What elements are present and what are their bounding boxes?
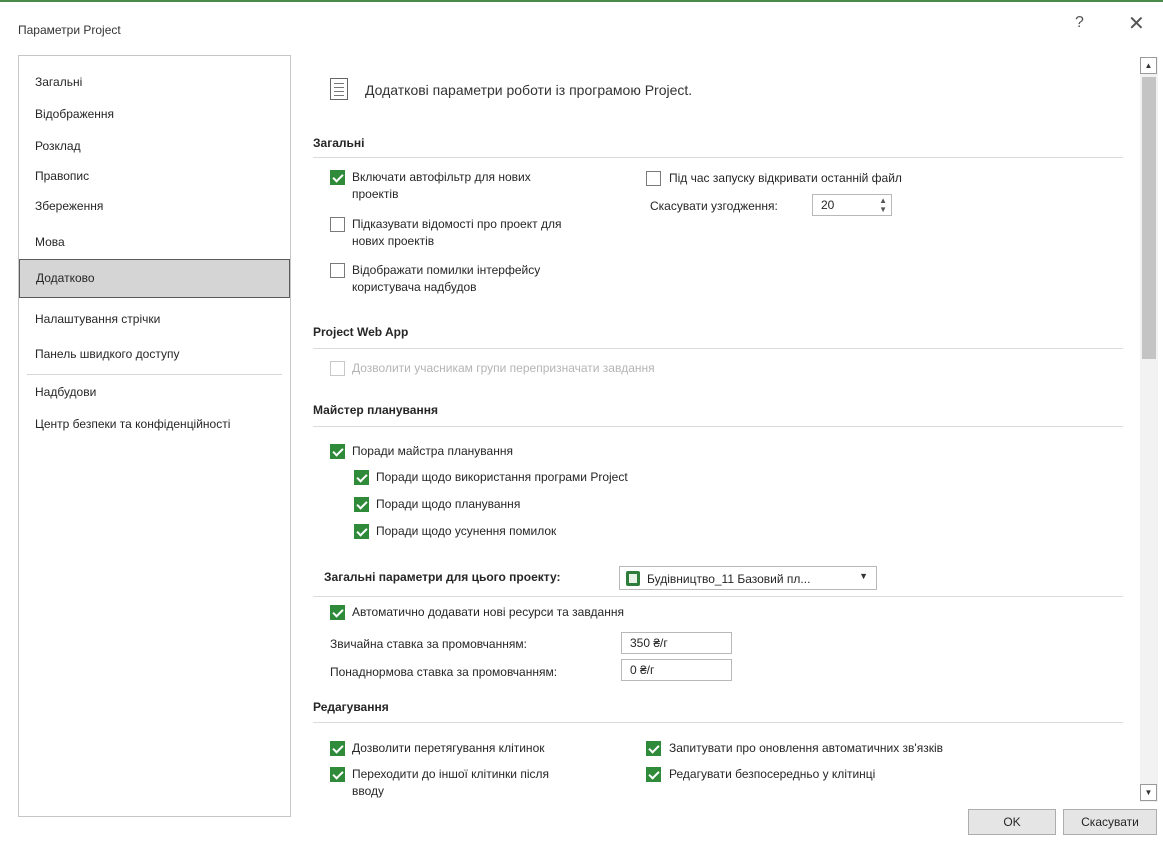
ui-errors-label: Відображати помилки інтерфейсу (352, 263, 541, 277)
wizard-scheduling-label: Поради щодо планування (376, 497, 521, 511)
open-last-file-checkbox[interactable] (646, 171, 661, 186)
sidebar-item-general[interactable]: Загальні (19, 66, 290, 98)
drag-cells-checkbox[interactable] (330, 741, 345, 756)
edit-in-cell-label: Редагувати безпосередньо у клітинці (669, 767, 876, 781)
move-after-enter-checkbox[interactable] (330, 767, 345, 782)
title-bar: Параметри Project ? ✕ (0, 0, 1163, 52)
scroll-down-icon[interactable]: ▼ (1140, 784, 1157, 801)
sidebar-item-quick-access[interactable]: Панель швидкого доступу (19, 338, 290, 370)
wizard-errors-checkbox[interactable] (354, 524, 369, 539)
section-wizard-title: Майстер планування (313, 403, 438, 417)
autofilter-label-line2: проектів (352, 187, 399, 201)
project-info-label: Підказувати відомості про проект для (352, 217, 562, 231)
undo-label: Скасувати узгодження: (650, 199, 778, 213)
help-button[interactable]: ? (1075, 14, 1084, 32)
std-rate-field[interactable]: 350 ₴/г (621, 632, 732, 654)
autofilter-label: Включати автофільтр для нових (352, 170, 531, 184)
sidebar-divider (27, 374, 282, 375)
undo-levels-spinner[interactable]: 20 ▲ ▼ (812, 194, 892, 216)
section-general-title: Загальні (313, 136, 365, 150)
sidebar: Загальні Відображення Розклад Правопис З… (18, 55, 291, 817)
scroll-up-icon[interactable]: ▲ (1140, 57, 1157, 74)
wizard-usage-label: Поради щодо використання програми Projec… (376, 470, 628, 484)
wizard-advice-label: Поради майстра планування (352, 444, 513, 458)
section-divider (313, 157, 1123, 158)
cancel-button[interactable]: Скасувати (1063, 809, 1157, 835)
project-select-value: Будівництво_11 Базовий пл... (647, 572, 811, 586)
ovt-rate-value: 0 ₴/г (630, 663, 655, 677)
ovt-rate-field[interactable]: 0 ₴/г (621, 659, 732, 681)
std-rate-label: Звичайна ставка за промовчанням: (330, 637, 527, 651)
sidebar-item-language[interactable]: Мова (19, 226, 290, 258)
move-after-enter-label: Переходити до іншої клітинки після (352, 767, 549, 781)
edit-in-cell-checkbox[interactable] (646, 767, 661, 782)
project-file-icon (626, 571, 640, 586)
sidebar-item-ribbon[interactable]: Налаштування стрічки (19, 303, 290, 335)
project-select[interactable]: Будівництво_11 Базовий пл... ▼ (619, 566, 877, 590)
window-title: Параметри Project (18, 23, 121, 37)
section-divider (313, 426, 1123, 427)
auto-add-label: Автоматично додавати нові ресурси та зав… (352, 605, 624, 619)
section-divider (313, 348, 1123, 349)
undo-value: 20 (821, 198, 835, 212)
ui-errors-checkbox[interactable] (330, 263, 345, 278)
open-last-file-label: Під час запуску відкривати останній файл (669, 171, 902, 185)
ask-update-links-checkbox[interactable] (646, 741, 661, 756)
wizard-errors-label: Поради щодо усунення помилок (376, 524, 557, 538)
ui-errors-label-line2: користувача надбудов (352, 280, 477, 294)
section-divider (313, 722, 1123, 723)
close-button[interactable]: ✕ (1128, 11, 1145, 36)
sidebar-item-proofing[interactable]: Правопис (19, 160, 290, 192)
project-info-checkbox[interactable] (330, 217, 345, 232)
scroll-thumb[interactable] (1142, 77, 1156, 359)
sidebar-item-trust-center[interactable]: Центр безпеки та конфіденційності (19, 408, 290, 440)
autofilter-checkbox[interactable] (330, 170, 345, 185)
std-rate-value: 350 ₴/г (630, 636, 668, 650)
sidebar-item-addins[interactable]: Надбудови (19, 376, 290, 408)
section-divider (313, 596, 1123, 597)
ask-update-links-label: Запитувати про оновлення автоматичних зв… (669, 741, 944, 755)
options-icon (330, 78, 348, 100)
section-pwa-title: Project Web App (313, 325, 409, 339)
sidebar-item-display[interactable]: Відображення (19, 98, 290, 130)
auto-add-checkbox[interactable] (330, 605, 345, 620)
wizard-advice-checkbox[interactable] (330, 444, 345, 459)
sidebar-item-save[interactable]: Збереження (19, 190, 290, 222)
reassign-checkbox[interactable] (330, 361, 345, 376)
section-project-params-title: Загальні параметри для цього проекту: (324, 570, 561, 584)
wizard-usage-checkbox[interactable] (354, 470, 369, 485)
drag-cells-label: Дозволити перетягування клітинок (352, 741, 545, 755)
section-editing-title: Редагування (313, 700, 389, 714)
vertical-scrollbar[interactable]: ▲ ▼ (1140, 57, 1158, 802)
wizard-scheduling-checkbox[interactable] (354, 497, 369, 512)
move-after-enter-label-line2: вводу (352, 784, 385, 798)
reassign-label: Дозволити учасникам групи перепризначати… (352, 361, 655, 375)
ovt-rate-label: Понаднормова ставка за промовчанням: (330, 665, 558, 679)
chevron-down-icon[interactable]: ▼ (859, 571, 868, 581)
spinner-arrows-icon[interactable]: ▲ ▼ (879, 196, 887, 214)
sidebar-item-advanced[interactable]: Додатково (19, 259, 290, 298)
ok-button[interactable]: OK (968, 809, 1056, 835)
sidebar-item-schedule[interactable]: Розклад (19, 130, 290, 162)
page-header: Додаткові параметри роботи із програмою … (365, 82, 693, 98)
project-info-label-line2: нових проектів (352, 234, 435, 248)
